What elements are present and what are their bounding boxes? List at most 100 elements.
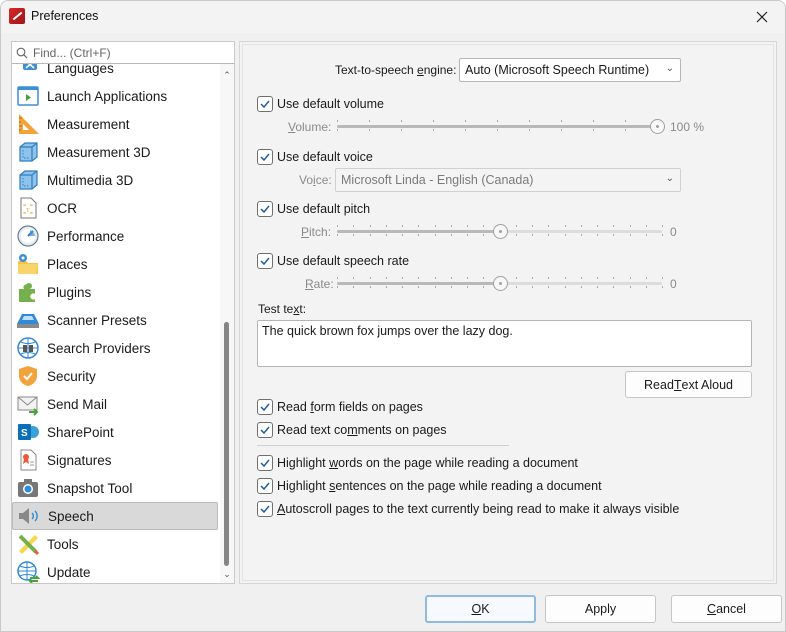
close-button[interactable] bbox=[739, 1, 785, 33]
sidebar-item-measurement-3d[interactable]: Measurement 3D bbox=[12, 138, 220, 166]
read-aloud-mnemonic: T bbox=[673, 377, 682, 392]
volume-slider[interactable] bbox=[337, 118, 665, 134]
slider-tick bbox=[402, 225, 403, 227]
sidebar-item-ocr[interactable]: T OCR bbox=[12, 194, 220, 222]
slider-tick bbox=[337, 129, 338, 131]
voice-select[interactable]: Microsoft Linda - English (Canada) ⌄ bbox=[335, 168, 681, 192]
use-default-voice-label[interactable]: Use default voice bbox=[277, 150, 373, 164]
use-default-pitch-checkbox[interactable] bbox=[257, 201, 273, 217]
sharepoint-icon: S bbox=[16, 420, 40, 444]
use-default-volume-checkbox[interactable] bbox=[257, 96, 273, 112]
option-label[interactable]: Highlight sentences on the page while re… bbox=[277, 479, 602, 493]
checkmark-icon bbox=[260, 459, 270, 467]
sidebar-item-send-mail[interactable]: Send Mail bbox=[12, 390, 220, 418]
certificate-icon bbox=[16, 448, 40, 472]
scrollbar-thumb[interactable] bbox=[224, 322, 229, 566]
sidebar-item-tools[interactable]: Tools bbox=[12, 530, 220, 558]
slider-tick bbox=[564, 286, 566, 288]
use-default-volume-label[interactable]: Use default volume bbox=[277, 97, 384, 111]
sidebar-item-label: OCR bbox=[47, 200, 77, 216]
scroll-up-arrow-icon[interactable]: ⌃ bbox=[220, 68, 234, 82]
slider-tick bbox=[337, 286, 338, 288]
slider-tick bbox=[580, 234, 582, 236]
test-text-input[interactable] bbox=[257, 320, 752, 367]
checkmark-icon bbox=[260, 257, 270, 265]
option-label[interactable]: Highlight words on the page while readin… bbox=[277, 456, 578, 470]
slider-tick bbox=[465, 120, 466, 122]
slider-tick bbox=[337, 120, 338, 122]
pitch-slider[interactable] bbox=[337, 223, 663, 239]
sidebar-scrollbar[interactable]: ⌃ ⌄ bbox=[220, 64, 234, 583]
cancel-button[interactable]: Cancel bbox=[671, 595, 782, 623]
slider-thumb[interactable] bbox=[492, 224, 508, 239]
options-separator bbox=[257, 445, 509, 446]
sidebar-item-measurement[interactable]: Measurement bbox=[12, 110, 220, 138]
slider-tick bbox=[613, 286, 615, 288]
pitch-value: 0 bbox=[670, 225, 677, 239]
rate-slider[interactable] bbox=[337, 275, 663, 291]
slider-ticks bbox=[337, 120, 658, 132]
sidebar-item-multimedia-3d[interactable]: Multimedia 3D bbox=[12, 166, 220, 194]
sidebar-item-security[interactable]: Security bbox=[12, 362, 220, 390]
option-label[interactable]: Read form fields on pages bbox=[277, 400, 423, 414]
sidebar-item-sharepoint[interactable]: S SharePoint bbox=[12, 418, 220, 446]
slider-tick bbox=[532, 234, 533, 236]
checkmark-icon bbox=[260, 403, 270, 411]
slider-tick bbox=[515, 277, 517, 279]
sidebar-item-snapshot-tool[interactable]: Snapshot Tool bbox=[12, 474, 220, 502]
puzzle-icon bbox=[16, 280, 40, 304]
sidebar-item-performance[interactable]: Performance bbox=[12, 222, 220, 250]
slider-tick bbox=[529, 129, 530, 131]
sidebar-item-plugins[interactable]: Plugins bbox=[12, 278, 220, 306]
use-default-rate-label[interactable]: Use default speech rate bbox=[277, 254, 409, 268]
sidebar-item-label: Update bbox=[47, 564, 91, 580]
option-label-mnemonic: m bbox=[347, 423, 358, 437]
use-default-pitch-label[interactable]: Use default pitch bbox=[277, 202, 370, 216]
engine-select[interactable]: Auto (Microsoft Speech Runtime) ⌄ bbox=[459, 58, 681, 82]
scroll-down-arrow-icon[interactable]: ⌄ bbox=[220, 567, 234, 581]
slider-tick bbox=[529, 120, 530, 122]
speech-settings-panel: Text-to-speech engine: Auto (Microsoft S… bbox=[239, 41, 777, 584]
slider-tick bbox=[662, 234, 663, 236]
sidebar-item-update[interactable]: Update bbox=[12, 558, 220, 583]
option-label[interactable]: Read text comments on pages bbox=[277, 423, 447, 437]
option-checkbox[interactable] bbox=[257, 501, 273, 517]
slider-tick bbox=[467, 277, 468, 279]
option-label[interactable]: Autoscroll pages to the text currently b… bbox=[277, 502, 679, 516]
ok-button[interactable]: OK bbox=[425, 595, 536, 623]
sidebar-item-search-providers[interactable]: Search Providers bbox=[12, 334, 220, 362]
option-checkbox[interactable] bbox=[257, 422, 273, 438]
slider-tick bbox=[418, 277, 420, 279]
slider-tick bbox=[580, 225, 582, 227]
preferences-category-list: Languages Launch Applications Measurement M… bbox=[11, 41, 235, 584]
slider-thumb[interactable] bbox=[650, 119, 665, 134]
use-default-voice-checkbox[interactable] bbox=[257, 149, 273, 165]
sidebar-item-label: Signatures bbox=[47, 452, 112, 468]
slider-tick bbox=[580, 286, 582, 288]
option-checkbox[interactable] bbox=[257, 399, 273, 415]
checkmark-icon bbox=[260, 205, 270, 213]
option-checkbox[interactable] bbox=[257, 478, 273, 494]
use-default-rate-checkbox[interactable] bbox=[257, 253, 273, 269]
test-text-label: Test text: bbox=[258, 302, 306, 316]
sidebar-item-speech[interactable]: Speech bbox=[12, 502, 218, 530]
sidebar-item-languages[interactable]: Languages bbox=[12, 64, 220, 82]
slider-tick bbox=[369, 129, 370, 131]
slider-thumb[interactable] bbox=[492, 276, 508, 291]
checkmark-icon bbox=[260, 482, 270, 490]
checkmark-icon bbox=[260, 100, 270, 108]
sidebar-item-launch-applications[interactable]: Launch Applications bbox=[12, 82, 220, 110]
search-input[interactable] bbox=[31, 44, 221, 61]
apply-button[interactable]: Apply bbox=[545, 595, 656, 623]
slider-tick bbox=[662, 286, 663, 288]
slider-tick bbox=[532, 225, 533, 227]
slider-tick bbox=[418, 286, 420, 288]
slider-tick bbox=[483, 225, 485, 227]
sidebar-item-places[interactable]: Places bbox=[12, 250, 220, 278]
slider-tick bbox=[662, 225, 663, 227]
cube-icon bbox=[16, 140, 40, 164]
sidebar-item-signatures[interactable]: Signatures bbox=[12, 446, 220, 474]
option-checkbox[interactable] bbox=[257, 455, 273, 471]
read-text-aloud-button[interactable]: Read Text Aloud bbox=[625, 371, 752, 398]
sidebar-item-scanner-presets[interactable]: Scanner Presets bbox=[12, 306, 220, 334]
